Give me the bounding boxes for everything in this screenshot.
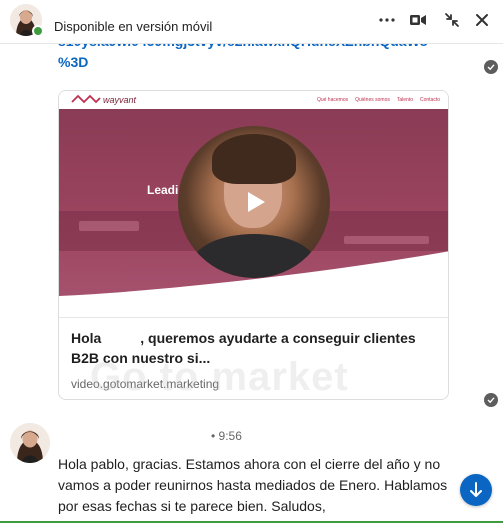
- hero-headline: Leadi: [147, 183, 179, 197]
- link-preview-card[interactable]: wayvant Qué hacemos Quiénes somos Talent…: [58, 90, 449, 400]
- composer-edge: [0, 521, 503, 528]
- sender-avatar[interactable]: [10, 423, 50, 463]
- read-receipt-icon: [484, 393, 498, 407]
- contact-status: Disponible en versión móvil: [54, 19, 213, 34]
- read-receipt-icon: [484, 60, 498, 74]
- site-nav-item: Qué hacemos: [316, 97, 349, 103]
- play-icon[interactable]: [243, 189, 269, 215]
- site-nav-links: Qué hacemos Quiénes somos Talento Contac…: [317, 97, 440, 103]
- chat-header: Disponible en versión móvil: [0, 0, 503, 44]
- watermark-text: Go to market: [90, 355, 349, 399]
- close-icon[interactable]: [470, 8, 494, 32]
- site-nav-item: Quiénes somos: [355, 97, 390, 103]
- minimize-icon[interactable]: [440, 8, 464, 32]
- site-nav-item: Contacto: [419, 97, 440, 103]
- online-status-icon: [32, 25, 44, 37]
- site-logo: wayvant: [103, 95, 137, 105]
- message-time: • 9:56: [211, 429, 242, 443]
- arrow-down-icon: [470, 482, 482, 497]
- message-link-end[interactable]: %3D: [58, 52, 458, 72]
- more-icon[interactable]: [375, 8, 399, 32]
- video-thumbnail[interactable]: wayvant Qué hacemos Quiénes somos Talent…: [59, 91, 448, 317]
- scroll-to-bottom-button[interactable]: [460, 474, 492, 506]
- video-icon[interactable]: [406, 8, 430, 32]
- message-body: Hola pablo, gracias. Estamos ahora con e…: [58, 456, 448, 514]
- wayvant-logo-icon: [71, 94, 101, 104]
- site-navbar: wayvant Qué hacemos Quiénes somos Talent…: [59, 91, 448, 109]
- site-nav-item: Talento: [396, 97, 413, 103]
